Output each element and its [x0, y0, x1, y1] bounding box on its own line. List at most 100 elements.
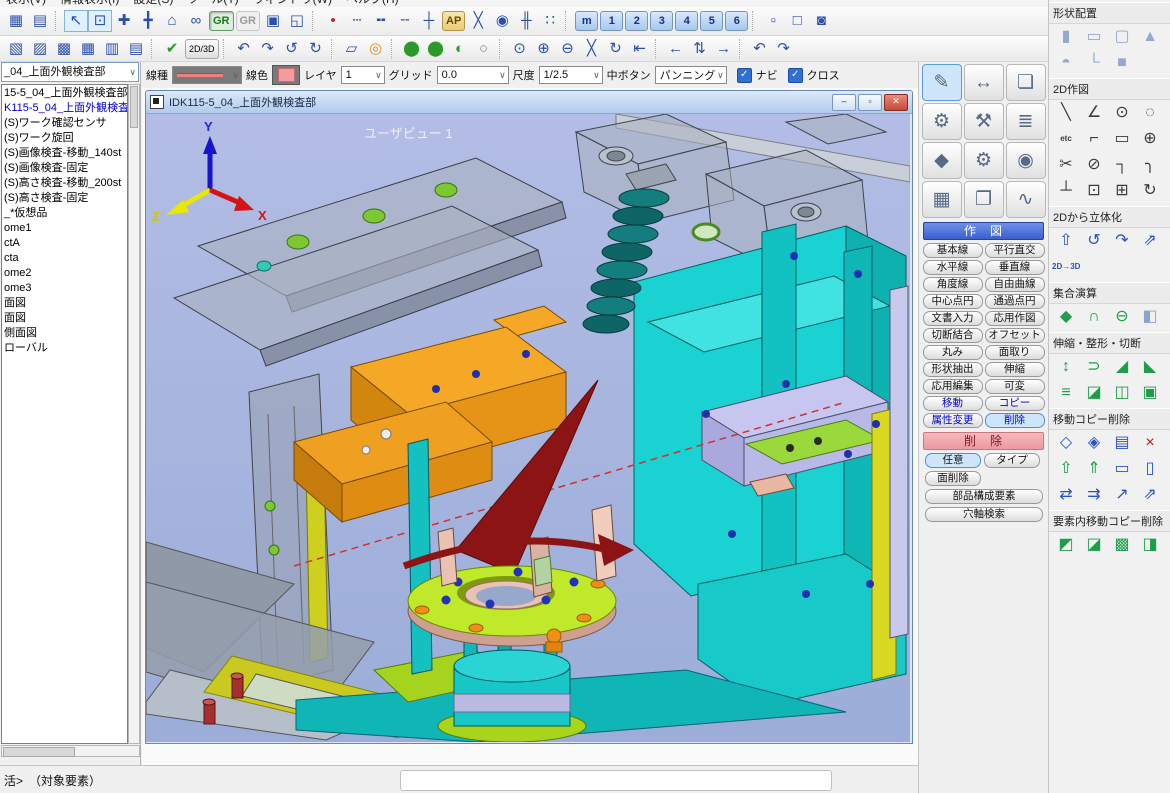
scale-copy-icon[interactable]: ⇗: [1136, 482, 1164, 508]
view-cube2-icon[interactable]: ▨: [28, 38, 52, 60]
tree-vertical-scrollbar[interactable]: [128, 84, 140, 744]
command-button[interactable]: 中心点円: [923, 294, 983, 309]
solid-icon[interactable]: ◆: [922, 142, 962, 179]
zoom-out-icon[interactable]: ⊖: [556, 38, 580, 60]
line-color-button[interactable]: [272, 65, 300, 85]
cross-point-icon[interactable]: ┼: [417, 10, 441, 32]
cylinder-full-icon[interactable]: ⬤: [400, 38, 424, 60]
close-button[interactable]: ✕: [884, 94, 908, 111]
dimension-icon[interactable]: ↔: [964, 64, 1004, 101]
command-button[interactable]: 移動: [923, 396, 983, 411]
command-button[interactable]: 丸み: [923, 345, 983, 360]
command-button[interactable]: 面削除: [925, 471, 981, 486]
command-button[interactable]: 応用編集: [923, 379, 983, 394]
move2d-icon[interactable]: ◇: [1052, 430, 1080, 456]
cylinder-full2-icon[interactable]: ⬤: [424, 38, 448, 60]
tree-item[interactable]: ome2: [2, 266, 127, 281]
copy-solid-icon[interactable]: ⇑: [1080, 456, 1108, 482]
command-button[interactable]: 伸縮: [985, 362, 1045, 377]
subtract-icon[interactable]: ⊖: [1108, 304, 1136, 330]
scale-select[interactable]: 1/2.5∨: [539, 66, 603, 84]
eye-point-icon[interactable]: ◉: [490, 10, 514, 32]
grid-point-icon[interactable]: ∷: [538, 10, 562, 32]
move-box-icon[interactable]: ▭: [1108, 456, 1136, 482]
scale-icon[interactable]: ↗: [1108, 482, 1136, 508]
boss-icon[interactable]: ▢: [1108, 24, 1136, 50]
section-icon[interactable]: ◧: [1136, 304, 1164, 330]
command-button[interactable]: 削除: [985, 413, 1045, 428]
view-forward-icon[interactable]: →: [712, 38, 736, 60]
intersect-icon[interactable]: ∩: [1080, 304, 1108, 330]
elem-delete-icon[interactable]: ◨: [1136, 532, 1164, 558]
trim-icon[interactable]: ✂: [1052, 152, 1080, 178]
save-icon[interactable]: ▦: [4, 10, 28, 32]
page-view-icon[interactable]: ▱: [340, 38, 364, 60]
tree-item[interactable]: (S)ワーク確認センサ: [2, 116, 127, 131]
zoom-icon[interactable]: ⊙: [508, 38, 532, 60]
union-icon[interactable]: ◆: [1052, 304, 1080, 330]
ring-view-icon[interactable]: ◎: [364, 38, 388, 60]
stretch-icon[interactable]: ↕: [1052, 354, 1080, 380]
elem-copy-icon[interactable]: ◪: [1080, 532, 1108, 558]
etc-icon[interactable]: etc: [1052, 126, 1080, 152]
round-icon[interactable]: ◣: [1136, 354, 1164, 380]
zoom-in-icon[interactable]: ⊕: [532, 38, 556, 60]
redo-icon[interactable]: ↷: [772, 38, 796, 60]
region-box-icon[interactable]: ⊞: [1108, 178, 1136, 204]
dim-toggle-button[interactable]: 2D/3D: [185, 39, 219, 59]
tree-item[interactable]: ome3: [2, 281, 127, 296]
assembly-icon[interactable]: ❐: [964, 181, 1004, 218]
zoom-fit-icon[interactable]: ╳: [580, 38, 604, 60]
drag-move-icon[interactable]: ✚: [112, 10, 136, 32]
ap-button[interactable]: AP: [442, 11, 465, 31]
command-button[interactable]: 自由曲線: [985, 277, 1045, 292]
3d-viewport[interactable]: Y X Z ユーザビュー 1: [146, 114, 910, 742]
fillet-icon[interactable]: ╮: [1136, 152, 1164, 178]
menu-item[interactable]: ヘルプ(H): [346, 0, 399, 6]
view-1-button[interactable]: 1: [600, 11, 623, 31]
extend-icon[interactable]: ┴: [1052, 178, 1080, 204]
middle-button-select[interactable]: パンニング∨: [655, 66, 727, 84]
command-button[interactable]: 水平線: [923, 260, 983, 275]
segment-icon[interactable]: ╍: [369, 10, 393, 32]
gr-on-button[interactable]: GR: [209, 11, 234, 31]
command-button[interactable]: 属性変更: [923, 413, 983, 428]
segment2-icon[interactable]: ╌: [393, 10, 417, 32]
copy-box-icon[interactable]: ▯: [1136, 456, 1164, 482]
view-cube4-icon[interactable]: ▦: [76, 38, 100, 60]
tool-icon[interactable]: ⚒: [964, 103, 1004, 140]
command-button[interactable]: 可変: [985, 379, 1045, 394]
command-button[interactable]: 基本線: [923, 243, 983, 258]
drag-copy-icon[interactable]: ╋: [136, 10, 160, 32]
axis-3d-icon[interactable]: ↻: [1136, 178, 1164, 204]
mirror-copy-icon[interactable]: ⇉: [1080, 482, 1108, 508]
command-button[interactable]: 面取り: [985, 345, 1045, 360]
menu-item[interactable]: 表示(V): [6, 0, 46, 6]
cylinder-icon[interactable]: ▮: [1052, 24, 1080, 50]
command-button[interactable]: 切断結合: [923, 328, 983, 343]
gr-off-button[interactable]: GR: [236, 11, 261, 31]
crosshair-icon[interactable]: ⊕: [1136, 126, 1164, 152]
command-button[interactable]: 文書入力: [923, 311, 983, 326]
bolt-icon[interactable]: ⚙: [922, 103, 962, 140]
dome-icon[interactable]: ◓: [1052, 50, 1080, 76]
undo-icon[interactable]: ↶: [748, 38, 772, 60]
setup-icon[interactable]: ⚙: [964, 142, 1004, 179]
tree-item[interactable]: (S)高さ検査-移動_200st: [2, 176, 127, 191]
view-rotate3-icon[interactable]: ↺: [280, 38, 304, 60]
cone-icon[interactable]: ▲: [1136, 24, 1164, 50]
window-copy-icon[interactable]: ▤: [1108, 430, 1136, 456]
minimize-button[interactable]: –: [832, 94, 856, 111]
group-window-icon[interactable]: ▣: [261, 10, 285, 32]
menu-item[interactable]: 情報表示(I): [60, 0, 119, 6]
command-button[interactable]: 穴軸検索: [925, 507, 1043, 522]
tree-item[interactable]: (S)画像検査-固定: [2, 161, 127, 176]
cube-icon[interactable]: ■: [1108, 50, 1136, 76]
polygon-select-icon[interactable]: ⌂: [160, 10, 184, 32]
chamfer-icon[interactable]: ◢: [1108, 354, 1136, 380]
corner-icon[interactable]: ┐: [1108, 152, 1136, 178]
menu-item[interactable]: 設定(S): [133, 0, 173, 6]
view-spin-icon[interactable]: ↻: [604, 38, 628, 60]
copy2d-icon[interactable]: ◈: [1080, 430, 1108, 456]
command-button[interactable]: コピー: [985, 396, 1045, 411]
